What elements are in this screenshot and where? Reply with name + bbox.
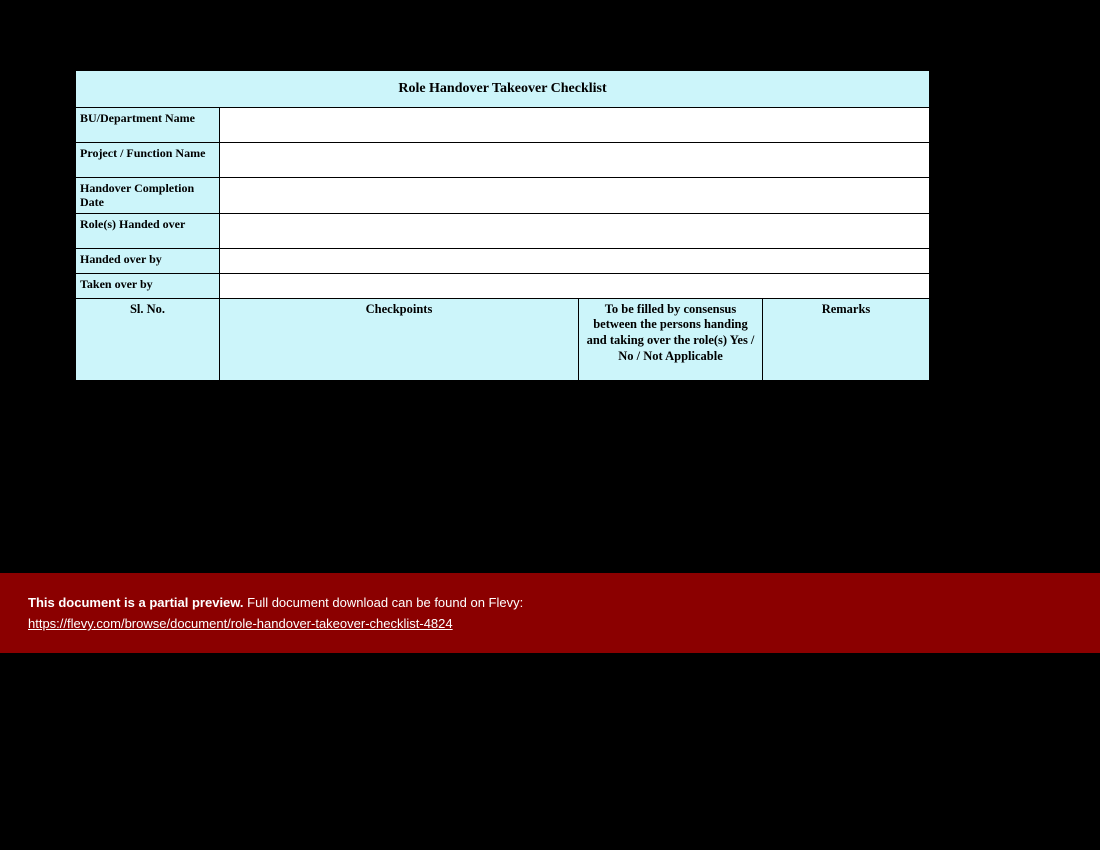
field-value-handover-date[interactable]	[220, 178, 930, 214]
banner-bold-text: This document is a partial preview.	[28, 595, 244, 610]
field-value-handed-over-by[interactable]	[220, 248, 930, 273]
field-label: Handed over by	[76, 248, 220, 273]
field-label: Project / Function Name	[76, 143, 220, 178]
field-value-bu-department[interactable]	[220, 108, 930, 143]
table-title: Role Handover Takeover Checklist	[76, 71, 930, 108]
field-value-taken-over-by[interactable]	[220, 273, 930, 298]
col-header-checkpoints: Checkpoints	[220, 298, 579, 380]
col-header-consensus: To be filled by consensus between the pe…	[579, 298, 763, 380]
column-header-row: Sl. No. Checkpoints To be filled by cons…	[76, 298, 930, 380]
field-row-taken-over-by: Taken over by	[76, 273, 930, 298]
field-value-roles-handed[interactable]	[220, 213, 930, 248]
field-row-handed-over-by: Handed over by	[76, 248, 930, 273]
field-label: Taken over by	[76, 273, 220, 298]
field-row-handover-date: Handover Completion Date	[76, 178, 930, 214]
banner-line1: This document is a partial preview. Full…	[28, 595, 1100, 610]
preview-banner: This document is a partial preview. Full…	[0, 573, 1100, 653]
field-row-project-function: Project / Function Name	[76, 143, 930, 178]
field-value-project-function[interactable]	[220, 143, 930, 178]
field-label: Role(s) Handed over	[76, 213, 220, 248]
checklist-table: Role Handover Takeover Checklist BU/Depa…	[75, 70, 930, 381]
banner-rest-text: Full document download can be found on F…	[244, 595, 524, 610]
col-header-remarks: Remarks	[763, 298, 930, 380]
field-label: Handover Completion Date	[76, 178, 220, 214]
field-row-bu-department: BU/Department Name	[76, 108, 930, 143]
banner-link[interactable]: https://flevy.com/browse/document/role-h…	[28, 616, 453, 631]
field-row-roles-handed: Role(s) Handed over	[76, 213, 930, 248]
checklist-sheet: Role Handover Takeover Checklist BU/Depa…	[75, 70, 930, 381]
col-header-slno: Sl. No.	[76, 298, 220, 380]
field-label: BU/Department Name	[76, 108, 220, 143]
